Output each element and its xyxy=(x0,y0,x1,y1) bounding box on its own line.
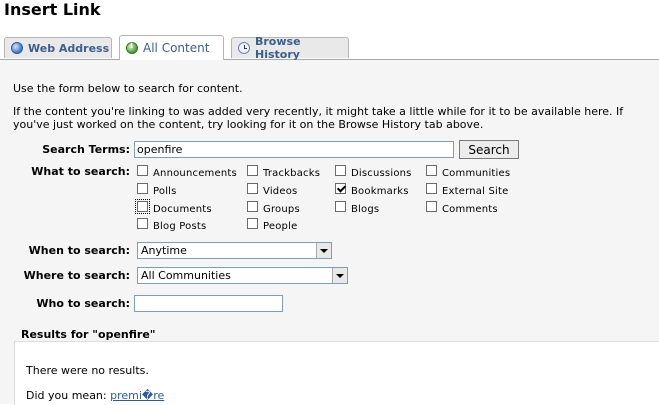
where-to-search-label: Where to search: xyxy=(23,269,130,282)
clock-icon xyxy=(238,42,250,54)
info-icon xyxy=(126,41,138,54)
checkbox-documents[interactable] xyxy=(135,199,150,214)
results-heading: Results for "openfire" xyxy=(21,328,156,341)
note-text-line1: If the content you're linking to was add… xyxy=(13,105,624,118)
chevron-down-icon[interactable] xyxy=(332,268,347,283)
did-you-mean: Did you mean: premi�re xyxy=(26,389,164,402)
checkbox-label: Trackbacks xyxy=(263,168,321,179)
checkbox-label: Communities xyxy=(442,168,511,179)
tab-bar: Web Address All Content Browse History xyxy=(0,35,659,61)
checkbox-label: Discussions xyxy=(351,168,412,179)
note-text-line2: you've just worked on the content, try l… xyxy=(13,118,484,131)
search-terms-label: Search Terms: xyxy=(42,143,130,156)
tab-label: Browse History xyxy=(255,35,301,61)
checkbox-label: External Site xyxy=(442,186,509,197)
who-to-search-input[interactable] xyxy=(134,295,283,312)
tab-browse-history[interactable]: Browse History xyxy=(231,35,349,61)
checkbox-blogs[interactable] xyxy=(335,201,346,212)
suggestion-link[interactable]: premi�re xyxy=(110,389,164,402)
what-to-search-label: What to search: xyxy=(31,165,130,178)
checkbox-label: Videos xyxy=(263,186,298,197)
checkbox-polls[interactable] xyxy=(137,183,148,194)
when-to-search-label: When to search: xyxy=(28,244,130,257)
checkbox-label: Groups xyxy=(263,204,300,215)
results-box: There were no results. Did you mean: pre… xyxy=(14,341,659,405)
dialog-title: Insert Link xyxy=(4,0,101,19)
tab-web-address[interactable]: Web Address xyxy=(4,37,112,58)
checkbox-trackbacks[interactable] xyxy=(247,165,258,176)
select-value: Anytime xyxy=(141,244,187,257)
content-panel: Use the form below to search for content… xyxy=(0,60,659,405)
checkbox-label: Polls xyxy=(153,186,177,197)
tab-all-content[interactable]: All Content xyxy=(119,35,224,60)
checkbox-blog-posts[interactable] xyxy=(137,218,148,229)
checkbox-label: Documents xyxy=(153,204,212,215)
when-to-search-select[interactable]: Anytime xyxy=(137,242,332,259)
intro-text: Use the form below to search for content… xyxy=(13,82,243,95)
checkbox-label: People xyxy=(263,221,298,232)
chevron-down-icon[interactable] xyxy=(316,243,331,258)
checkbox-label: Bookmarks xyxy=(351,186,409,197)
search-button[interactable]: Search xyxy=(459,140,519,159)
checkbox-label: Announcements xyxy=(153,168,237,179)
checkbox-label: Blog Posts xyxy=(153,221,207,232)
checkbox-announcements[interactable] xyxy=(137,165,148,176)
did-you-mean-label: Did you mean: xyxy=(26,389,107,402)
checkbox-bookmarks[interactable] xyxy=(335,183,346,194)
no-results-text: There were no results. xyxy=(26,364,149,377)
checkbox-discussions[interactable] xyxy=(335,165,346,176)
globe-icon xyxy=(11,42,23,54)
checkbox-external-site[interactable] xyxy=(426,183,437,194)
tab-label: Web Address xyxy=(28,41,110,55)
checkbox-label: Blogs xyxy=(351,204,380,215)
checkbox-communities[interactable] xyxy=(426,165,437,176)
checkbox-videos[interactable] xyxy=(247,183,258,194)
who-to-search-label: Who to search: xyxy=(36,297,130,310)
checkbox-groups[interactable] xyxy=(247,201,258,212)
search-terms-input[interactable] xyxy=(134,141,454,158)
tab-label: All Content xyxy=(143,41,210,55)
checkbox-comments[interactable] xyxy=(426,201,437,212)
checkbox-label: Comments xyxy=(442,204,498,215)
where-to-search-select[interactable]: All Communities xyxy=(137,267,348,284)
select-value: All Communities xyxy=(141,269,231,282)
checkbox-people[interactable] xyxy=(247,218,258,229)
